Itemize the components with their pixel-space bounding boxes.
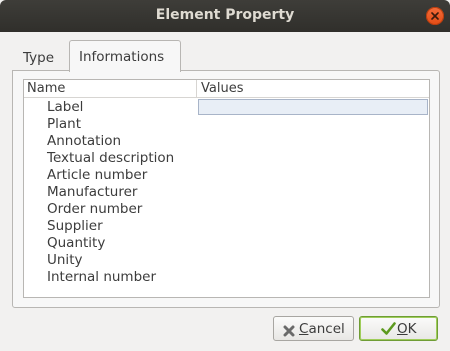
table-row[interactable]: Plant — [24, 116, 429, 133]
column-header-values[interactable]: Values — [198, 80, 243, 97]
property-name: Quantity — [47, 235, 106, 251]
informations-panel: Name Values Label Plant Annotation Textual … — [12, 70, 440, 308]
cancel-button-label: Cancel — [299, 321, 345, 337]
properties-table[interactable]: Name Values Label Plant Annotation Textual … — [23, 79, 430, 298]
property-value[interactable] — [198, 167, 428, 183]
table-row[interactable]: Annotation — [24, 133, 429, 150]
ok-button-label: OK — [397, 321, 417, 337]
property-name: Annotation — [47, 133, 122, 149]
property-name: Internal number — [47, 269, 157, 285]
table-row[interactable]: Label — [24, 99, 429, 116]
table-row[interactable]: Article number — [24, 167, 429, 184]
property-name: Article number — [47, 167, 148, 183]
property-value[interactable] — [198, 133, 428, 149]
property-value[interactable] — [198, 150, 428, 166]
tab-informations[interactable]: Informations — [69, 40, 181, 72]
property-value[interactable] — [198, 99, 428, 115]
cancel-x-icon — [283, 322, 295, 344]
title-bar[interactable]: Element Property — [0, 0, 450, 32]
ok-button[interactable]: OK — [359, 316, 438, 341]
close-button[interactable] — [426, 7, 444, 25]
table-row[interactable]: Order number — [24, 201, 429, 218]
tab-type[interactable]: Type — [14, 40, 68, 71]
close-icon — [431, 12, 439, 20]
table-row[interactable]: Manufacturer — [24, 184, 429, 201]
property-name: Label — [47, 99, 84, 115]
property-value[interactable] — [198, 252, 428, 268]
table-row[interactable]: Internal number — [24, 269, 429, 286]
cancel-button[interactable]: Cancel — [273, 316, 354, 341]
property-value[interactable] — [198, 235, 428, 251]
property-value[interactable] — [198, 218, 428, 234]
property-value[interactable] — [198, 269, 428, 285]
property-name: Unity — [47, 252, 83, 268]
table-row[interactable]: Quantity — [24, 235, 429, 252]
dialog-window: Element Property Type Informations Name … — [0, 0, 450, 351]
property-value[interactable] — [198, 201, 428, 217]
table-body: Label Plant Annotation Textual description A… — [24, 99, 429, 286]
property-name: Order number — [47, 201, 143, 217]
table-row[interactable]: Supplier — [24, 218, 429, 235]
property-name: Textual description — [47, 150, 175, 166]
property-name: Plant — [47, 116, 82, 132]
checkmark-icon — [381, 321, 396, 343]
table-row[interactable]: Unity — [24, 252, 429, 269]
property-value[interactable] — [198, 184, 428, 200]
property-value[interactable] — [198, 116, 428, 132]
window-title: Element Property — [155, 7, 295, 23]
property-name: Supplier — [47, 218, 103, 234]
column-header-name[interactable]: Name — [24, 80, 197, 97]
property-name: Manufacturer — [47, 184, 138, 200]
table-header: Name Values — [24, 80, 429, 98]
table-row[interactable]: Textual description — [24, 150, 429, 167]
